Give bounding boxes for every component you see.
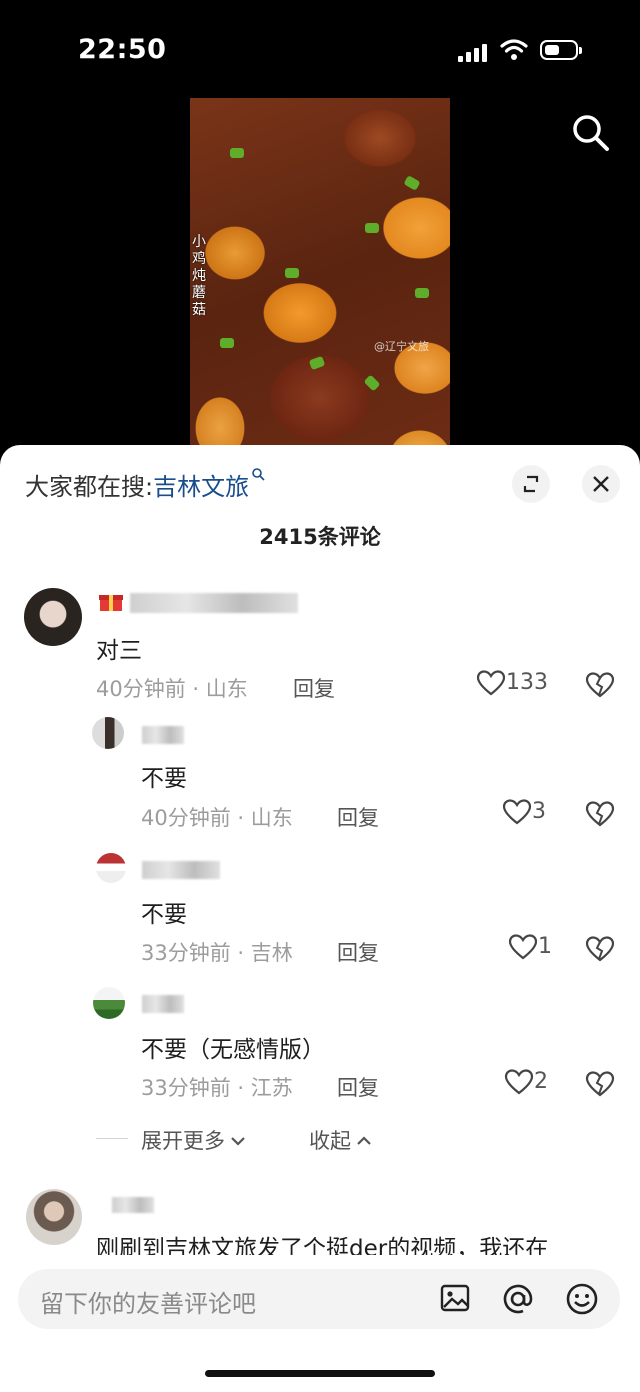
reply-button[interactable]: 回复 xyxy=(293,673,335,703)
hot-search-prefix: 大家都在搜: xyxy=(25,473,154,501)
expand-sheet-button[interactable] xyxy=(512,465,550,503)
broken-heart-icon xyxy=(585,801,615,827)
like-button[interactable]: 1 xyxy=(508,933,552,961)
thread-divider xyxy=(96,1138,128,1139)
wifi-icon xyxy=(500,39,528,60)
like-button[interactable]: 2 xyxy=(504,1068,548,1096)
battery-icon xyxy=(540,40,582,60)
comment-meta: 40分钟前 · 山东 xyxy=(96,677,248,701)
comment-sheet: 大家都在搜:吉林文旅 2415条评论 对三 40分钟前 · 山东 回复 133 … xyxy=(0,445,640,1392)
emoji-icon[interactable] xyxy=(564,1281,600,1317)
gift-badge-icon xyxy=(99,595,123,611)
chevron-up-icon xyxy=(357,1136,371,1145)
like-button[interactable]: 133 xyxy=(476,669,548,697)
comment-count: 2415条评论 xyxy=(259,525,381,549)
expand-icon xyxy=(523,475,539,493)
username-blurred[interactable] xyxy=(142,995,184,1013)
reply-button[interactable]: 回复 xyxy=(337,937,379,967)
comment-text: 不要 xyxy=(141,766,187,792)
heart-icon xyxy=(502,799,532,825)
comment-input[interactable]: 留下你的友善评论吧 xyxy=(18,1269,620,1329)
mention-icon[interactable] xyxy=(500,1281,536,1317)
hot-search[interactable]: 大家都在搜:吉林文旅 xyxy=(25,467,265,502)
close-sheet-button[interactable] xyxy=(582,465,620,503)
username-blurred[interactable] xyxy=(142,861,220,879)
dislike-button[interactable] xyxy=(585,671,615,699)
like-count: 3 xyxy=(532,799,546,824)
search-small-icon xyxy=(252,468,265,481)
home-indicator[interactable] xyxy=(205,1370,435,1377)
avatar[interactable] xyxy=(92,717,124,749)
broken-heart-icon xyxy=(585,1071,615,1097)
expand-more-button[interactable]: 展开更多 xyxy=(141,1125,247,1155)
cellular-signal-icon xyxy=(458,42,490,62)
dislike-button[interactable] xyxy=(585,1070,615,1098)
hot-search-term[interactable]: 吉林文旅 xyxy=(153,473,249,501)
heart-icon xyxy=(504,1069,534,1095)
comment-composer: 留下你的友善评论吧 xyxy=(0,1255,640,1392)
comment-text: 不要（无感情版） xyxy=(141,1037,325,1063)
collapse-label: 收起 xyxy=(309,1129,351,1153)
close-icon xyxy=(593,476,609,492)
search-icon[interactable] xyxy=(570,112,612,154)
collapse-button[interactable]: 收起 xyxy=(309,1125,373,1155)
comment-meta: 40分钟前 · 山东 xyxy=(141,806,293,830)
like-count: 2 xyxy=(534,1069,548,1094)
status-bar: 22:50 xyxy=(0,0,640,100)
username-blurred[interactable] xyxy=(142,726,184,744)
broken-heart-icon xyxy=(585,936,615,962)
like-button[interactable]: 3 xyxy=(502,798,546,826)
image-icon[interactable] xyxy=(438,1281,472,1315)
heart-icon xyxy=(476,670,506,696)
status-time: 22:50 xyxy=(78,34,167,65)
comment-meta: 33分钟前 · 吉林 xyxy=(141,941,293,965)
expand-more-label: 展开更多 xyxy=(141,1129,225,1153)
like-count: 1 xyxy=(538,934,552,959)
chevron-down-icon xyxy=(231,1137,245,1146)
comment-text: 不要 xyxy=(141,902,187,928)
like-count: 133 xyxy=(506,670,548,695)
heart-icon xyxy=(508,934,538,960)
reply-button[interactable]: 回复 xyxy=(337,1072,379,1102)
avatar[interactable] xyxy=(24,588,82,646)
avatar[interactable] xyxy=(96,853,126,883)
video-watermark: @辽宁文旅 xyxy=(374,340,429,353)
video-caption: 小鸡炖蘑菇 xyxy=(192,234,206,318)
comment-meta: 33分钟前 · 江苏 xyxy=(141,1076,293,1100)
broken-heart-icon xyxy=(585,672,615,698)
comment-text: 对三 xyxy=(96,638,142,664)
avatar[interactable] xyxy=(26,1189,82,1245)
avatar[interactable] xyxy=(93,987,125,1019)
dislike-button[interactable] xyxy=(585,800,615,828)
dislike-button[interactable] xyxy=(585,935,615,963)
username-blurred[interactable] xyxy=(112,1197,154,1213)
username-blurred[interactable] xyxy=(130,593,298,613)
reply-button[interactable]: 回复 xyxy=(337,802,379,832)
video-player[interactable]: 小鸡炖蘑菇 @辽宁文旅 xyxy=(190,98,450,458)
comment-input-placeholder: 留下你的友善评论吧 xyxy=(40,1290,256,1318)
